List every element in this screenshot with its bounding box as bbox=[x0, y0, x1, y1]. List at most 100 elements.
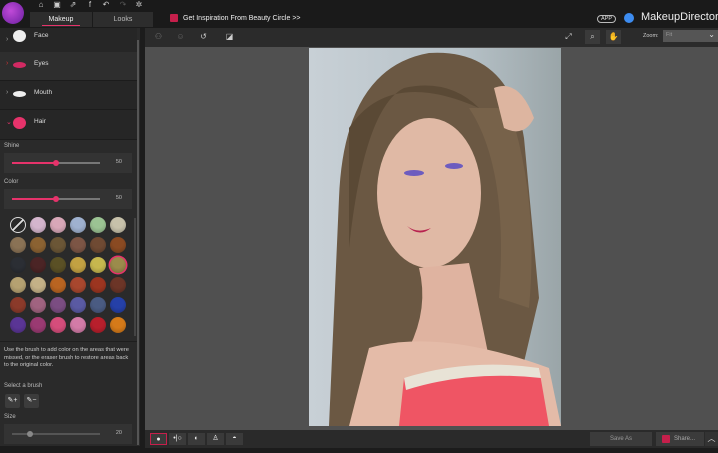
portrait-photo[interactable] bbox=[309, 48, 561, 426]
shine-value: 50 bbox=[115, 159, 122, 165]
color-value: 50 bbox=[115, 195, 122, 201]
color-label: Color bbox=[4, 179, 19, 185]
mirror-mode-button[interactable]: •|○ bbox=[169, 433, 186, 445]
swatch-scrollbar[interactable] bbox=[134, 218, 136, 336]
color-swatch[interactable] bbox=[10, 297, 26, 313]
color-swatch[interactable] bbox=[50, 317, 66, 333]
split-view-icon[interactable]: ◪ bbox=[222, 30, 237, 44]
chevron-right-icon: › bbox=[6, 60, 9, 67]
save-as-button[interactable]: Save As bbox=[590, 432, 652, 446]
color-swatch[interactable] bbox=[90, 257, 106, 273]
section-label: Face bbox=[34, 32, 49, 39]
chevron-right-icon: › bbox=[6, 36, 9, 43]
chevron-down-icon: ⌄ bbox=[6, 119, 12, 126]
divider bbox=[0, 341, 137, 342]
shine-label: Shine bbox=[4, 143, 20, 149]
tab-makeup[interactable]: Makeup bbox=[30, 12, 92, 27]
settings-icon[interactable]: ✲ bbox=[133, 0, 145, 9]
zoom-value: Fit bbox=[666, 32, 673, 38]
color-swatch[interactable] bbox=[30, 217, 46, 233]
compare-icon[interactable]: ⚇ bbox=[151, 30, 166, 44]
history-icon[interactable]: ↺ bbox=[196, 30, 211, 44]
color-swatch[interactable] bbox=[10, 257, 26, 273]
beauty-circle-label: Get Inspiration From Beauty Circle >> bbox=[183, 14, 301, 22]
hair-color-swatches bbox=[10, 217, 130, 333]
color-swatch[interactable] bbox=[50, 277, 66, 293]
redo-icon[interactable]: ↷ bbox=[117, 0, 129, 9]
size-label: Size bbox=[4, 414, 16, 420]
share-icon bbox=[662, 435, 670, 443]
color-swatch[interactable] bbox=[90, 277, 106, 293]
color-swatch[interactable] bbox=[50, 237, 66, 253]
color-swatch[interactable] bbox=[90, 317, 106, 333]
color-swatch[interactable] bbox=[70, 317, 86, 333]
color-swatch[interactable] bbox=[10, 317, 26, 333]
size-slider[interactable]: 20 bbox=[4, 424, 132, 444]
color-swatch[interactable] bbox=[70, 277, 86, 293]
color-swatch[interactable] bbox=[110, 237, 126, 253]
save-icon[interactable]: ▣ bbox=[51, 0, 63, 9]
section-mouth[interactable]: › Mouth bbox=[0, 81, 137, 110]
undo-icon[interactable]: ↶ bbox=[100, 0, 112, 9]
color-swatch[interactable] bbox=[110, 217, 126, 233]
color-swatch[interactable] bbox=[10, 237, 26, 253]
home-icon[interactable]: ⌂ bbox=[35, 0, 47, 9]
color-swatch[interactable] bbox=[90, 297, 106, 313]
shine-slider[interactable]: 50 bbox=[4, 153, 132, 173]
color-swatch[interactable] bbox=[30, 237, 46, 253]
color-swatch[interactable] bbox=[90, 237, 106, 253]
share-button[interactable]: Share... bbox=[656, 432, 704, 446]
eye-icon bbox=[13, 62, 26, 68]
share-label: Share... bbox=[674, 436, 696, 442]
tab-looks[interactable]: Looks bbox=[93, 12, 153, 27]
color-swatch[interactable] bbox=[70, 217, 86, 233]
app-badge[interactable]: APP bbox=[597, 15, 617, 23]
color-swatch[interactable] bbox=[30, 257, 46, 273]
color-swatch[interactable] bbox=[70, 237, 86, 253]
no-color-swatch[interactable] bbox=[10, 217, 26, 233]
section-eyes[interactable]: › Eyes bbox=[0, 52, 137, 81]
contrast-button[interactable]: ◐ bbox=[188, 433, 205, 445]
color-swatch[interactable] bbox=[50, 257, 66, 273]
fit-screen-icon[interactable]: ⤢ bbox=[561, 30, 576, 44]
brand-name: MakeupDirector bbox=[641, 11, 718, 23]
color-slider[interactable]: 50 bbox=[4, 189, 132, 209]
body-button[interactable]: ♙ bbox=[207, 433, 224, 445]
notification-bell-icon[interactable] bbox=[624, 13, 634, 23]
hair-icon bbox=[13, 117, 26, 129]
color-swatch[interactable] bbox=[30, 317, 46, 333]
color-swatch[interactable] bbox=[110, 257, 126, 273]
beauty-circle-link[interactable]: Get Inspiration From Beauty Circle >> bbox=[170, 14, 301, 22]
zoom-tool-icon[interactable]: ⌕ bbox=[585, 30, 600, 44]
color-swatch[interactable] bbox=[110, 297, 126, 313]
facebook-icon[interactable]: f bbox=[84, 0, 96, 9]
color-swatch[interactable] bbox=[70, 257, 86, 273]
color-swatch[interactable] bbox=[30, 297, 46, 313]
brush-mode-button[interactable]: ● bbox=[150, 433, 167, 445]
size-value: 20 bbox=[115, 430, 122, 436]
eraser-brush-button[interactable]: ✎− bbox=[24, 394, 39, 408]
add-brush-button[interactable]: ✎+ bbox=[5, 394, 20, 408]
share-icon[interactable]: ⇗ bbox=[67, 0, 79, 9]
color-swatch[interactable] bbox=[30, 277, 46, 293]
color-swatch[interactable] bbox=[70, 297, 86, 313]
hand-tool-icon[interactable]: ✋ bbox=[606, 30, 621, 44]
color-swatch[interactable] bbox=[10, 277, 26, 293]
mouth-icon bbox=[13, 91, 26, 97]
zoom-label: Zoom: bbox=[643, 33, 659, 39]
beauty-circle-icon bbox=[170, 14, 178, 22]
section-label: Mouth bbox=[34, 89, 53, 96]
face-detect-icon[interactable]: ☺ bbox=[173, 30, 188, 44]
section-hair[interactable]: ⌄ Hair bbox=[0, 110, 137, 140]
color-swatch[interactable] bbox=[50, 217, 66, 233]
expand-button[interactable]: ︿ bbox=[705, 432, 718, 446]
left-panel-scrollbar[interactable] bbox=[137, 40, 139, 445]
app-logo bbox=[2, 2, 24, 24]
section-label: Eyes bbox=[34, 60, 49, 67]
layers-button[interactable]: ◓ bbox=[226, 433, 243, 445]
color-swatch[interactable] bbox=[110, 317, 126, 333]
color-swatch[interactable] bbox=[50, 297, 66, 313]
color-swatch[interactable] bbox=[90, 217, 106, 233]
zoom-select[interactable]: Fit ⌄ bbox=[663, 30, 718, 42]
color-swatch[interactable] bbox=[110, 277, 126, 293]
